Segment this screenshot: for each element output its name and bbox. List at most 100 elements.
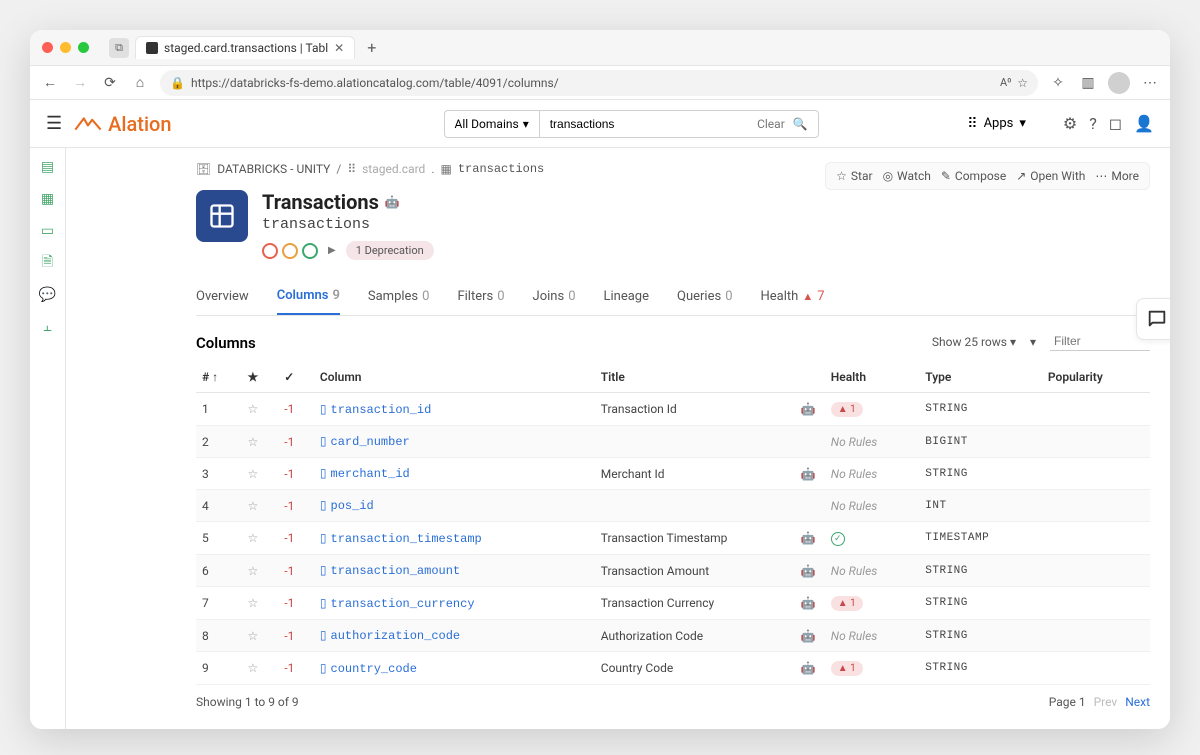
th-popularity[interactable]: Popularity — [1042, 362, 1150, 393]
more-button[interactable]: ⋯ More — [1095, 169, 1139, 183]
search-input[interactable] — [550, 117, 749, 131]
star-icon[interactable]: ☆ — [247, 467, 258, 481]
tab-joins[interactable]: Joins 0 — [533, 288, 576, 315]
pager-next[interactable]: Next — [1125, 695, 1150, 709]
favorite-icon[interactable]: ☆ — [1017, 76, 1028, 90]
rail-doc-icon[interactable]: 🗎 — [39, 254, 57, 272]
expand-icon[interactable]: ▶ — [328, 245, 336, 256]
help-icon[interactable]: ? — [1089, 114, 1097, 133]
star-icon[interactable]: ☆ — [247, 596, 258, 610]
back-button[interactable]: ← — [40, 73, 60, 93]
column-link[interactable]: pos_id — [331, 499, 374, 513]
table-row[interactable]: 7☆-1▯transaction_currencyTransaction Cur… — [196, 587, 1150, 620]
star-icon[interactable]: ☆ — [247, 499, 258, 513]
column-link[interactable]: transaction_amount — [331, 564, 461, 578]
star-icon[interactable]: ☆ — [247, 435, 258, 449]
rail-analytics-icon[interactable]: ⫠ — [39, 318, 57, 336]
url-field[interactable]: 🔒 https://databricks-fs-demo.alationcata… — [160, 70, 1038, 96]
new-tab-button[interactable]: + — [361, 38, 382, 57]
table-row[interactable]: 8☆-1▯authorization_codeAuthorization Cod… — [196, 620, 1150, 652]
apps-button[interactable]: ⠿ Apps ▾ — [958, 111, 1035, 137]
deprecation-badge[interactable]: 1 Deprecation — [346, 241, 434, 260]
rail-query-icon[interactable]: ▭ — [39, 222, 57, 240]
star-icon[interactable]: ☆ — [247, 402, 258, 416]
menu-button[interactable]: ☰ — [46, 113, 62, 134]
th-title[interactable]: Title — [595, 362, 795, 393]
clear-search-button[interactable]: Clear — [757, 117, 785, 131]
column-link[interactable]: merchant_id — [331, 467, 410, 481]
table-row[interactable]: 2☆-1▯card_numberNo RulesBIGINT — [196, 426, 1150, 458]
tab-overview[interactable]: Overview — [196, 288, 249, 315]
th-check[interactable]: ✓ — [278, 362, 314, 393]
search-box[interactable]: Clear 🔍 — [539, 110, 819, 138]
table-row[interactable]: 1☆-1▯transaction_idTransaction Id🤖▲ 1STR… — [196, 393, 1150, 426]
forward-button[interactable]: → — [70, 73, 90, 93]
star-icon[interactable]: ☆ — [247, 531, 258, 545]
minimize-window-icon[interactable] — [60, 42, 71, 53]
chat-button[interactable] — [1136, 298, 1170, 340]
show-rows-select[interactable]: Show 25 rows ▾ — [932, 335, 1016, 349]
close-window-icon[interactable] — [42, 42, 53, 53]
tab-filters[interactable]: Filters 0 — [457, 288, 504, 315]
th-column[interactable]: Column — [314, 362, 595, 393]
flag-yellow-icon[interactable] — [282, 243, 298, 259]
column-link[interactable]: transaction_currency — [331, 597, 475, 611]
filter-input[interactable] — [1050, 332, 1150, 351]
tab-close-icon[interactable]: ✕ — [334, 41, 344, 55]
table-row[interactable]: 6☆-1▯transaction_amountTransaction Amoun… — [196, 555, 1150, 587]
th-health[interactable]: Health — [825, 362, 919, 393]
open-with-button[interactable]: ↗ Open With — [1016, 169, 1085, 183]
search-icon[interactable]: 🔍 — [793, 117, 808, 131]
tab-columns[interactable]: Columns 9 — [277, 288, 340, 315]
alation-logo[interactable]: Alation — [74, 112, 171, 136]
th-num[interactable]: # ↑ — [196, 362, 241, 393]
table-row[interactable]: 5☆-1▯transaction_timestampTransaction Ti… — [196, 522, 1150, 555]
rail-chat-icon[interactable]: 💬 — [39, 286, 57, 304]
table-row[interactable]: 4☆-1▯pos_idNo RulesINT — [196, 490, 1150, 522]
th-star[interactable]: ★ — [241, 362, 278, 393]
maximize-window-icon[interactable] — [78, 42, 89, 53]
compose-button[interactable]: ✎ Compose — [941, 169, 1006, 183]
user-icon[interactable]: 👤 — [1134, 114, 1154, 133]
browser-menu-icon[interactable]: ⋯ — [1140, 73, 1160, 93]
column-link[interactable]: authorization_code — [331, 629, 461, 643]
star-icon[interactable]: ☆ — [247, 564, 258, 578]
column-link[interactable]: transaction_timestamp — [331, 532, 482, 546]
flag-green-icon[interactable] — [302, 243, 318, 259]
th-type[interactable]: Type — [919, 362, 1042, 393]
reload-button[interactable]: ⟳ — [100, 73, 120, 93]
cell-type: STRING — [919, 620, 1042, 652]
star-icon[interactable]: ☆ — [247, 629, 258, 643]
star-icon[interactable]: ☆ — [247, 661, 258, 675]
tab-samples[interactable]: Samples 0 — [368, 288, 430, 315]
table-row[interactable]: 9☆-1▯country_codeCountry Code🤖▲ 1STRING — [196, 652, 1150, 685]
settings-icon[interactable]: ⚙ — [1063, 114, 1077, 133]
breadcrumb-source[interactable]: DATABRICKS - UNITY — [217, 162, 330, 176]
reader-icon[interactable]: A⁰ — [1000, 76, 1011, 89]
breadcrumb-schema[interactable]: staged.card — [362, 162, 425, 176]
home-button[interactable]: ⌂ — [130, 73, 150, 93]
browser-tab[interactable]: staged.card.transactions | Tabl ✕ — [135, 36, 355, 59]
star-button[interactable]: ☆ Star — [836, 169, 872, 183]
column-link[interactable]: country_code — [331, 662, 417, 676]
watch-button[interactable]: ◎ Watch — [883, 169, 931, 183]
profile-avatar[interactable] — [1108, 72, 1130, 94]
rail-data-icon[interactable]: ▦ — [39, 190, 57, 208]
breadcrumb-table[interactable]: transactions — [458, 162, 544, 176]
domain-select[interactable]: All Domains ▾ — [444, 110, 539, 138]
trust-flags[interactable] — [262, 243, 318, 259]
tab-queries[interactable]: Queries 0 — [677, 288, 733, 315]
collections-icon[interactable]: ▥ — [1078, 73, 1098, 93]
filter-icon[interactable]: ▾ — [1030, 335, 1036, 349]
inbox-icon[interactable]: ◻ — [1109, 114, 1122, 133]
flag-red-icon[interactable] — [262, 243, 278, 259]
pager-prev[interactable]: Prev — [1094, 695, 1118, 709]
rail-catalog-icon[interactable]: ▤ — [39, 158, 57, 176]
column-link[interactable]: card_number — [331, 435, 410, 449]
tab-lineage[interactable]: Lineage — [604, 288, 650, 315]
extensions-icon[interactable]: ✧ — [1048, 73, 1068, 93]
tab-group-icon[interactable]: ⧉ — [109, 38, 129, 58]
table-row[interactable]: 3☆-1▯merchant_idMerchant Id🤖No RulesSTRI… — [196, 458, 1150, 490]
column-link[interactable]: transaction_id — [331, 403, 432, 417]
tab-health[interactable]: Health ▲ 7 — [761, 288, 825, 315]
